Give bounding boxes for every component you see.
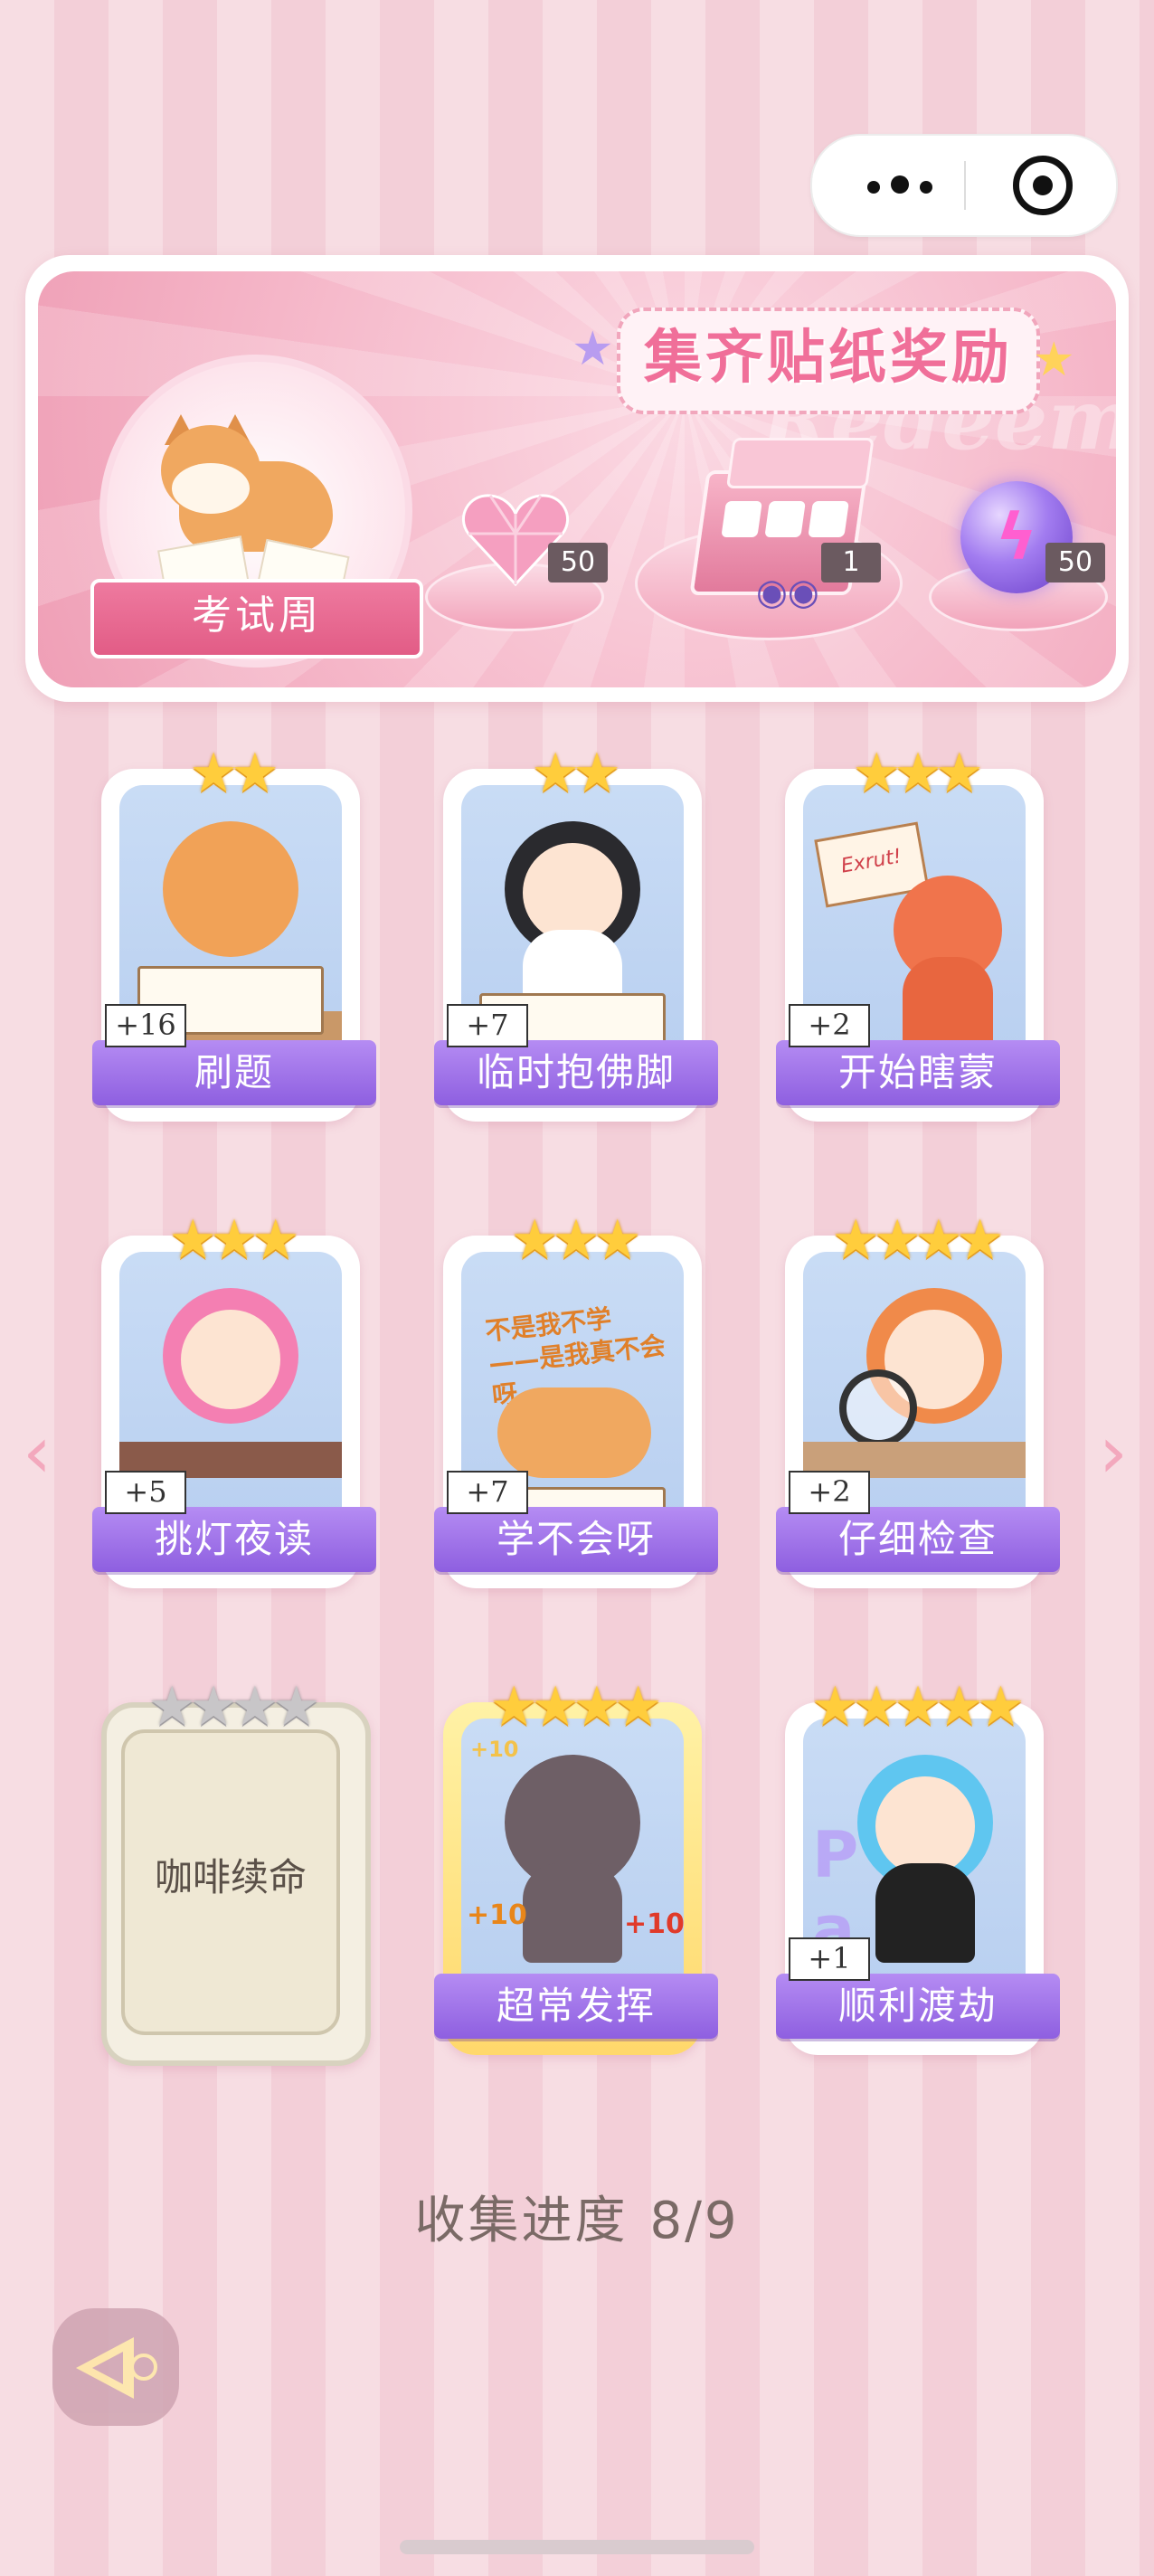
star-rating: ★★★ <box>168 1208 299 1272</box>
cat-body <box>523 1863 622 1963</box>
girl-face <box>875 1776 975 1876</box>
star-rating: ★★★ <box>852 742 983 805</box>
back-arrow-inner <box>92 2352 123 2384</box>
card-name: 临时抱佛脚 <box>434 1040 718 1105</box>
card-count-badge: +5 <box>105 1471 186 1514</box>
card-count-badge: +2 <box>789 1004 870 1047</box>
progress-label: 收集进度 <box>414 2192 629 2250</box>
card-name: 刷题 <box>92 1040 376 1105</box>
sticker-card[interactable]: 不是我不学 ——是我真不会呀 ★★★ 学不会呀 +7 <box>434 1208 718 1588</box>
star-rating: ★★★★★ <box>810 1675 1026 1738</box>
magnifier-icon <box>839 1369 917 1447</box>
shiba-body <box>497 1387 651 1478</box>
card-name: 咖啡续命 <box>154 1855 307 1899</box>
card-count-badge: +16 <box>105 1004 186 1047</box>
gift-card <box>808 501 849 537</box>
badge-ribbon: 考试周 <box>90 579 423 658</box>
mini-program-capsule <box>810 134 1118 237</box>
back-circle-icon <box>130 2353 157 2381</box>
collection-progress: 收集进度 8/9 <box>0 2180 1154 2253</box>
gift-card <box>721 501 762 537</box>
girl-skirt <box>875 1863 975 1963</box>
sticker-card[interactable]: +10 +10 +10 ★★★★ 超常发挥 <box>434 1675 718 2055</box>
score-tag: +10 <box>467 1899 527 1931</box>
more-dots-icon[interactable] <box>862 170 943 199</box>
card-name: 开始瞎蒙 <box>776 1040 1060 1105</box>
chevron-right-icon[interactable]: › <box>1093 1416 1134 1489</box>
card-count-badge: +2 <box>789 1471 870 1514</box>
cat-head <box>163 821 298 957</box>
banner-background: Redeem ★ 集齐贴纸奖励 ★ 考试周 ◉◉ ϟ 50 1 50 <box>38 271 1116 687</box>
card-name: 顺利渡劫 <box>776 1974 1060 2039</box>
girl-face <box>181 1310 280 1409</box>
star-rating: ★★★ <box>510 1208 641 1272</box>
sticker-card[interactable]: Exrut! ★★★ 开始瞎蒙 +2 <box>776 742 1060 1122</box>
back-button[interactable] <box>52 2308 179 2426</box>
card-name: 仔细检查 <box>776 1507 1060 1572</box>
card-name: 挑灯夜读 <box>92 1507 376 1572</box>
sticker-card-locked[interactable]: ★★★★ 咖啡续命 <box>94 1675 371 2066</box>
star-rating: ★★★★ <box>489 1675 662 1738</box>
score-tag: +10 <box>470 1737 519 1762</box>
card-count-badge: +1 <box>789 1937 870 1981</box>
card-count-badge: +7 <box>447 1471 528 1514</box>
star-rating: ★★★★ <box>831 1208 1004 1272</box>
chevron-left-icon[interactable]: ‹ <box>16 1416 58 1489</box>
star-rating: ★★★★ <box>147 1675 320 1738</box>
reward-banner: Redeem ★ 集齐贴纸奖励 ★ 考试周 ◉◉ ϟ 50 1 50 <box>25 255 1129 702</box>
reward-count: 50 <box>1045 543 1105 582</box>
banner-title: 集齐贴纸奖励 <box>617 308 1040 414</box>
sticker-card[interactable]: ★★ 刷题 +16 <box>92 742 376 1122</box>
glasses-icon: ◉◉ <box>756 572 819 613</box>
reward-count: 50 <box>548 543 608 582</box>
gift-card <box>764 501 806 537</box>
star-decoration-icon: ★ <box>572 322 614 376</box>
sticker-card[interactable]: P Sa S ★★★★★ 顺利渡劫 +1 <box>776 1675 1060 2055</box>
gift-lid <box>725 438 875 488</box>
target-icon[interactable] <box>1013 156 1073 215</box>
capsule-divider <box>964 161 966 210</box>
star-decoration-icon: ★ <box>1033 333 1075 387</box>
sticker-card[interactable]: ★★★★ 仔细检查 +2 <box>776 1208 1060 1588</box>
girl-face <box>523 843 622 942</box>
card-count-badge: +7 <box>447 1004 528 1047</box>
reward-count: 1 <box>821 543 881 582</box>
home-indicator <box>400 2540 754 2554</box>
score-tag: +10 <box>624 1908 684 1940</box>
sticker-card[interactable]: ★★★ 挑灯夜读 +5 <box>92 1208 376 1588</box>
star-rating: ★★ <box>531 742 621 805</box>
dog-face <box>172 463 250 514</box>
card-name: 学不会呀 <box>434 1507 718 1572</box>
progress-value: 8/9 <box>649 2192 740 2250</box>
star-rating: ★★ <box>189 742 279 805</box>
card-art: +10 +10 +10 <box>461 1719 684 2008</box>
card-name: 超常发挥 <box>434 1974 718 2039</box>
sticker-card[interactable]: ★★ 临时抱佛脚 +7 <box>434 742 718 1122</box>
